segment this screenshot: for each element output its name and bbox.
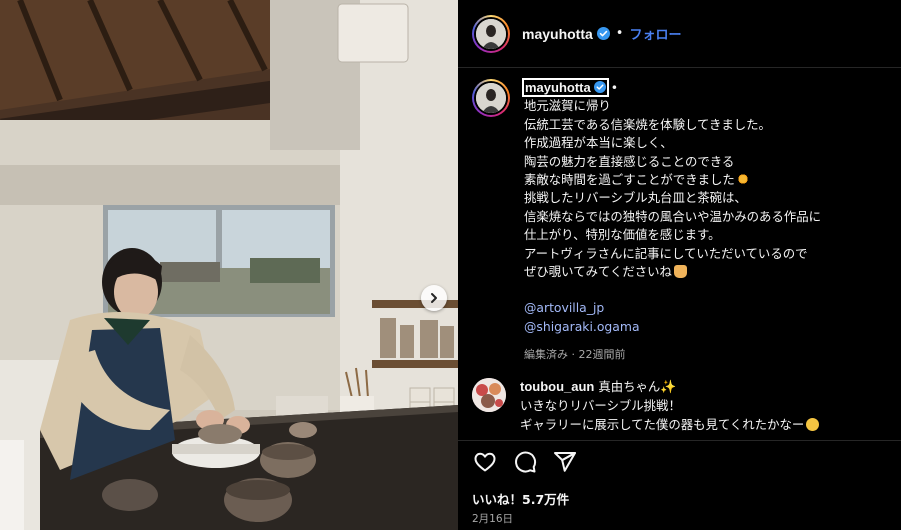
caption-line: 陶芸の魅力を直接感じることのできる — [524, 153, 735, 169]
comment-item: toubou_aun 真由ちゃん✨ いきなりリバーシブル挑戦！ ギャラリーに展示… — [472, 378, 820, 434]
commenter-avatar[interactable] — [472, 378, 506, 412]
caption-avatar[interactable] — [472, 79, 510, 117]
sun-emoji-icon — [736, 173, 749, 186]
pottery-photo-image — [0, 0, 458, 530]
instagram-post: mayuhotta • フォロー mayuhotta • 地元滋賀に帰り 伝統工… — [0, 0, 901, 530]
post-photo[interactable] — [0, 0, 458, 530]
post-header: mayuhotta • フォロー — [458, 0, 901, 68]
comment-line: いきなりリバーシブル挑戦！ — [520, 398, 681, 414]
caption-line: 伝統工芸である信楽焼を体験してきました。 — [524, 116, 771, 132]
post-actions: いいね！5.7万件 2月16日 — [458, 440, 901, 530]
caption-separator: • — [610, 80, 618, 95]
share-icon — [554, 452, 576, 472]
caption-username[interactable]: mayuhotta — [522, 78, 609, 97]
comment-line: ギャラリーに展示してた僕の器も見てくれたかなー — [520, 416, 805, 432]
caption-line: 作成過程が本当に楽しく、 — [524, 135, 673, 151]
like-button[interactable] — [472, 449, 498, 475]
smiling-face-emoji-icon — [806, 417, 820, 431]
caption-line: 地元滋賀に帰り — [524, 98, 611, 114]
caption-line: アートヴィラさんに記事にしていただいているので — [524, 245, 808, 261]
header-username[interactable]: mayuhotta — [522, 26, 593, 42]
caption-line: 挑戦したリバーシブル丸台皿と茶碗は、 — [524, 190, 747, 206]
verified-badge-icon — [593, 81, 606, 93]
share-button[interactable] — [552, 449, 578, 475]
mention-link[interactable]: @artovilla_jp — [524, 299, 821, 317]
comment-body: toubou_aun 真由ちゃん✨ いきなりリバーシブル挑戦！ ギャラリーに展示… — [520, 378, 820, 434]
likes-count[interactable]: いいね！5.7万件 — [472, 489, 569, 508]
next-photo-button[interactable] — [421, 285, 447, 311]
caption-line: 素敵な時間を過ごすことができました — [524, 172, 735, 188]
author-avatar[interactable] — [472, 14, 510, 53]
caption-line: ぜひ覗いてみてくださいね — [524, 264, 672, 280]
commenter-username[interactable]: toubou_aun — [520, 379, 594, 394]
avatar-photo — [476, 18, 506, 49]
post-date[interactable]: 2月16日 — [472, 511, 513, 526]
caption-body: mayuhotta • 地元滋賀に帰り 伝統工芸である信楽焼を体験してきました。… — [522, 78, 822, 365]
heart-icon — [474, 452, 496, 472]
post-details-panel: mayuhotta • フォロー mayuhotta • 地元滋賀に帰り 伝統工… — [458, 0, 901, 530]
header-separator: • — [615, 26, 624, 41]
caption-comment: mayuhotta • 地元滋賀に帰り 伝統工芸である信楽焼を体験してきました。… — [472, 78, 822, 365]
comment-button[interactable] — [512, 449, 538, 475]
mention-link[interactable]: @shigaraki.ogama — [524, 318, 821, 336]
comment-display: 真由ちゃん — [598, 379, 661, 394]
chevron-right-icon — [431, 293, 437, 303]
comments-section[interactable]: mayuhotta • 地元滋賀に帰り 伝統工芸である信楽焼を体験してきました。… — [458, 69, 901, 439]
sparkles-emoji-icon: ✨ — [660, 380, 677, 395]
action-icons — [472, 449, 578, 475]
caption-meta: 編集済み · 22週間前 — [524, 348, 626, 362]
caption-line: 仕上がり、特別な価値を感じます。 — [524, 227, 721, 243]
verified-badge-icon — [596, 27, 610, 40]
comment-icon — [515, 451, 537, 473]
follow-button[interactable]: フォロー — [629, 24, 681, 43]
caption-line: 信楽焼ならではの独特の風合いや温かみのある作品に — [524, 208, 822, 224]
folded-hands-emoji-icon — [673, 265, 687, 279]
